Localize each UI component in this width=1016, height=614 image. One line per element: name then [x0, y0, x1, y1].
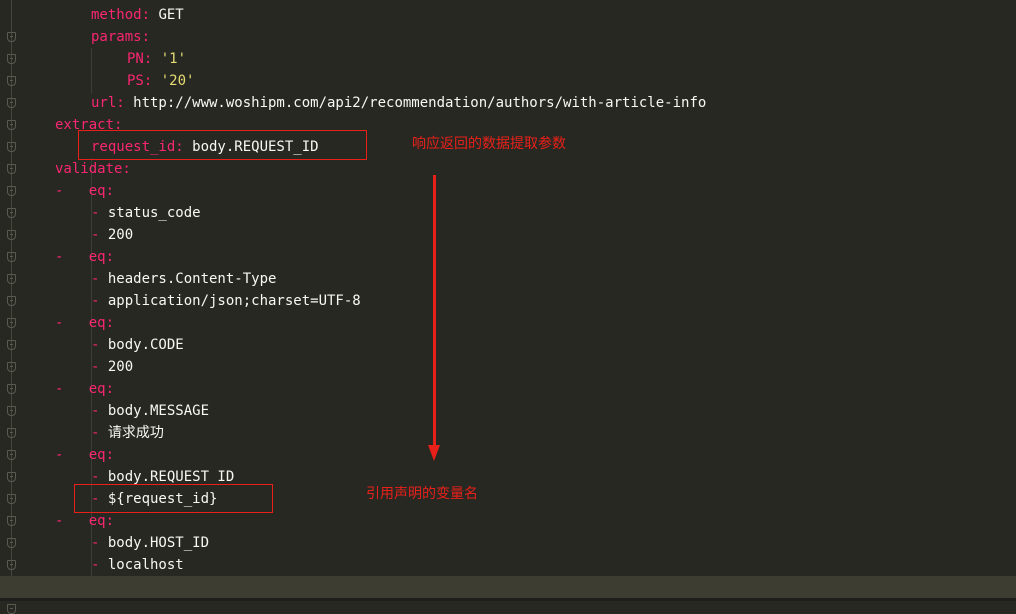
fold-marker-icon[interactable] [7, 428, 16, 438]
code-line[interactable]: - eq: [55, 180, 114, 202]
fold-marker-icon[interactable] [7, 208, 16, 218]
reference-highlight-box [74, 484, 273, 513]
code-value: http://www.woshipm.com/api2/recommendati… [124, 95, 707, 111]
code-line[interactable]: - eq: [55, 246, 114, 268]
fold-marker-icon[interactable] [7, 164, 16, 174]
code-line[interactable]: PN: '1' [127, 48, 186, 70]
code-line[interactable]: - status_code [91, 202, 201, 224]
code-line[interactable]: - body.MESSAGE [91, 400, 209, 422]
code-string: '1' [152, 51, 187, 67]
fold-marker-icon[interactable] [7, 516, 16, 526]
extract-highlight-box [78, 130, 367, 160]
code-line[interactable]: - eq: [55, 312, 114, 334]
code-line[interactable]: - eq: [55, 444, 114, 466]
code-value: application/json;charset=UTF-8 [107, 293, 361, 309]
fold-marker-icon[interactable] [7, 296, 16, 306]
code-line[interactable]: - eq: [55, 378, 114, 400]
code-value: body.HOST_ID [107, 535, 210, 551]
code-value: 200 [107, 359, 134, 375]
code-key: - [91, 227, 108, 243]
arrow-down-icon [428, 445, 440, 461]
fold-marker-icon[interactable] [7, 406, 16, 416]
fold-marker-icon[interactable] [7, 120, 16, 130]
code-line[interactable]: - localhost [91, 554, 184, 576]
code-value: body.MESSAGE [107, 403, 210, 419]
code-key: - [91, 293, 108, 309]
code-line[interactable]: - headers.Content-Type [91, 268, 276, 290]
code-line[interactable]: validate: [55, 158, 131, 180]
fold-marker-icon[interactable] [7, 54, 16, 64]
code-key: url: [91, 95, 125, 111]
editor-gutter [0, 0, 30, 614]
code-line[interactable]: PS: '20' [127, 70, 194, 92]
fold-marker-icon[interactable] [7, 560, 16, 570]
fold-marker-icon[interactable] [7, 538, 16, 548]
code-line[interactable]: - eq: [55, 510, 114, 532]
fold-marker-icon[interactable] [7, 340, 16, 350]
code-key: - [91, 271, 108, 287]
code-key: method: [91, 7, 151, 23]
code-key: params: [91, 29, 151, 45]
code-line[interactable]: - 200 [91, 356, 133, 378]
fold-marker-icon[interactable] [7, 274, 16, 284]
code-key: - [91, 359, 108, 375]
code-value: localhost [107, 557, 184, 573]
code-key: - [91, 557, 108, 573]
code-line[interactable]: params: [91, 26, 150, 48]
fold-marker-icon[interactable] [7, 450, 16, 460]
code-line[interactable]: - 200 [91, 224, 133, 246]
code-string: '20' [152, 73, 195, 89]
indent-guide [91, 48, 92, 94]
code-value: body.CODE [107, 337, 184, 353]
fold-marker-icon[interactable] [7, 186, 16, 196]
code-line[interactable]: - body.HOST_ID [91, 532, 209, 554]
code-key: - [91, 425, 108, 441]
code-key: PN: [127, 51, 153, 67]
code-key: - eq: [55, 513, 115, 529]
code-value: 200 [107, 227, 134, 243]
code-key: - eq: [55, 447, 115, 463]
fold-marker-icon[interactable] [7, 98, 16, 108]
code-key: - [91, 205, 108, 221]
code-key: - eq: [55, 249, 115, 265]
fold-marker-icon[interactable] [7, 32, 16, 42]
fold-marker-icon[interactable] [7, 494, 16, 504]
code-key: - eq: [55, 381, 115, 397]
code-value: body.REQUEST_ID [107, 469, 235, 485]
code-value: headers.Content-Type [107, 271, 277, 287]
code-key: - [91, 535, 108, 551]
code-key: - [91, 469, 108, 485]
fold-marker-icon[interactable] [7, 472, 16, 482]
code-key: validate: [55, 161, 131, 177]
current-line-highlight [0, 576, 1016, 598]
fold-marker-icon[interactable] [7, 76, 16, 86]
code-line[interactable]: - body.CODE [91, 334, 184, 356]
code-line[interactable]: - application/json;charset=UTF-8 [91, 290, 361, 312]
extract-annotation: 响应返回的数据提取参数 [412, 136, 566, 152]
arrow-shaft [433, 175, 436, 447]
code-line[interactable]: method: GET [91, 4, 184, 26]
reference-annotation: 引用声明的变量名 [366, 486, 478, 502]
code-key: - [91, 337, 108, 353]
code-line[interactable]: url: http://www.woshipm.com/api2/recomme… [91, 92, 706, 114]
fold-marker-icon[interactable] [7, 318, 16, 328]
code-key: - eq: [55, 183, 115, 199]
code-value: status_code [107, 205, 201, 221]
code-key: - [91, 403, 108, 419]
code-value: 请求成功 [107, 425, 164, 441]
fold-marker-icon[interactable] [7, 384, 16, 394]
fold-marker-icon[interactable] [7, 362, 16, 372]
fold-marker-icon[interactable] [7, 142, 16, 152]
code-line[interactable]: - 请求成功 [91, 422, 164, 444]
fold-marker-icon[interactable] [7, 604, 16, 614]
code-key: - eq: [55, 315, 115, 331]
code-value: GET [150, 7, 184, 23]
fold-marker-icon[interactable] [7, 252, 16, 262]
fold-marker-icon[interactable] [7, 230, 16, 240]
code-key: PS: [127, 73, 153, 89]
